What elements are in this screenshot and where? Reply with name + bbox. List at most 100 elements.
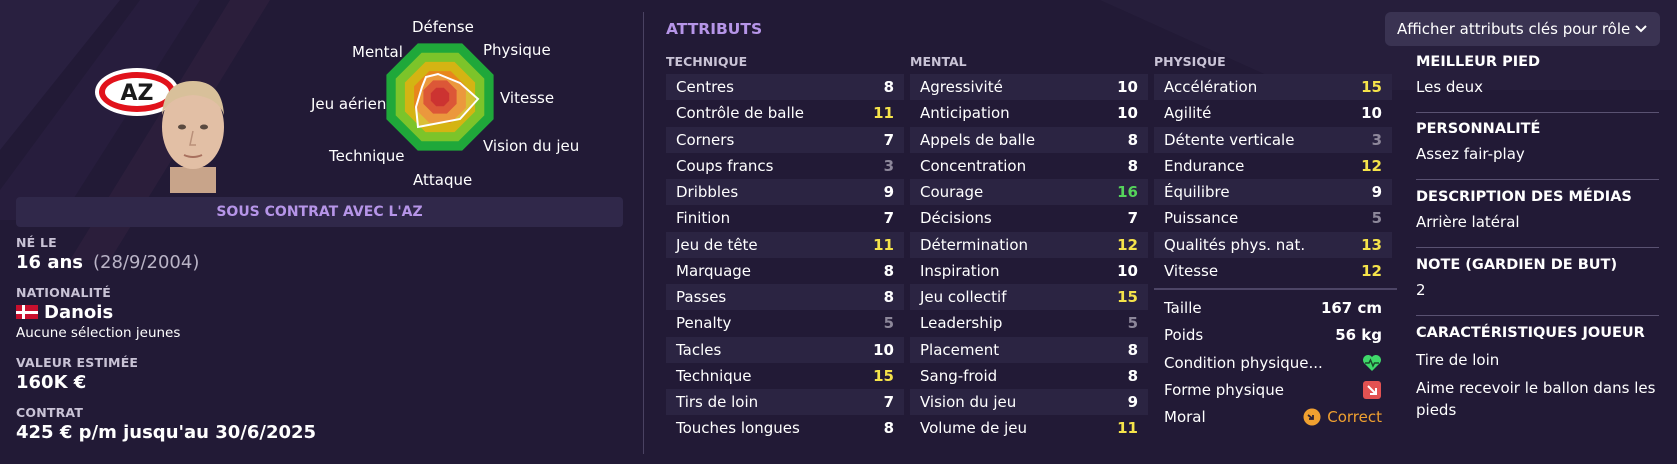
attribute-name: Coups francs — [676, 156, 774, 175]
attribute-value: 8 — [883, 78, 894, 97]
attribute-row[interactable]: Dribbles 9 — [666, 179, 904, 206]
attribute-row[interactable]: Puissance 5 — [1154, 205, 1392, 231]
attribute-row[interactable]: Courage 16 — [910, 179, 1148, 206]
attribute-row[interactable]: Sang-froid 8 — [910, 363, 1148, 389]
physique-separator — [1154, 288, 1397, 290]
attribute-value: 10 — [873, 340, 894, 359]
attribute-name: Contrôle de balle — [676, 104, 805, 123]
attribute-name: Endurance — [1164, 156, 1245, 175]
attribute-row[interactable]: Placement 8 — [910, 336, 1148, 363]
attribute-value: 15 — [1361, 78, 1382, 97]
attribute-row[interactable]: Anticipation 10 — [910, 100, 1148, 126]
value-info: VALEUR ESTIMÉE 160K € — [16, 355, 138, 393]
gk-rating-block: NOTE (GARDIEN DE BUT) 2 — [1416, 257, 1656, 301]
svg-text:AZ: AZ — [121, 81, 154, 106]
morale-row[interactable]: Moral Correct — [1154, 404, 1392, 430]
attribute-row[interactable]: Jeu de tête 11 — [666, 231, 904, 258]
attribute-row[interactable]: Inspiration 10 — [910, 258, 1148, 284]
attribute-value: 12 — [1361, 156, 1382, 175]
chevron-down-icon — [1635, 25, 1647, 33]
attribute-value: 8 — [1127, 156, 1138, 175]
side-separator — [1416, 112, 1659, 113]
mental-attributes: Agressivité 10 Anticipation 10 Appels de bal… — [910, 74, 1148, 442]
attribute-row[interactable]: Technique 15 — [666, 363, 904, 389]
mental-header: MENTAL — [910, 54, 967, 69]
attribute-name: Inspiration — [920, 261, 1000, 280]
attribute-value: 8 — [1127, 130, 1138, 149]
attribute-row[interactable]: Centres 8 — [666, 74, 904, 101]
attribute-value: 15 — [1117, 288, 1138, 307]
attribute-row[interactable]: Vitesse 12 — [1154, 258, 1392, 284]
attribute-value: 5 — [1127, 314, 1138, 333]
attribute-name: Agilité — [1164, 104, 1212, 123]
attribute-name: Détente verticale — [1164, 130, 1295, 149]
attribute-radar-chart: Défense Physique Vitesse Vision du jeu A… — [311, 12, 620, 197]
birth-date: (28/9/2004) — [93, 252, 200, 273]
attribute-name: Penalty — [676, 314, 732, 333]
attribute-row[interactable]: Agressivité 10 — [910, 74, 1148, 101]
attribute-name: Appels de balle — [920, 130, 1036, 149]
attribute-row[interactable]: Détermination 12 — [910, 231, 1148, 258]
attribute-name: Tirs de loin — [676, 393, 759, 412]
attribute-row[interactable]: Tirs de loin 7 — [666, 389, 904, 416]
attribute-row[interactable]: Coups francs 3 — [666, 153, 904, 179]
attribute-name: Marquage — [676, 261, 752, 280]
media-block: DESCRIPTION DES MÉDIAS Arrière latéral — [1416, 189, 1656, 233]
attribute-row[interactable]: Tacles 10 — [666, 336, 904, 363]
attribute-row[interactable]: Appels de balle 8 — [910, 126, 1148, 153]
nationality-text: Danois — [44, 302, 114, 323]
attribute-value: 8 — [883, 288, 894, 307]
attribute-row[interactable]: Endurance 12 — [1154, 153, 1392, 179]
attribute-row[interactable]: Jeu collectif 15 — [910, 284, 1148, 311]
attribute-row[interactable]: Qualités phys. nat. 13 — [1154, 231, 1392, 258]
attribute-value: 10 — [1117, 104, 1138, 123]
attribute-row[interactable]: Vision du jeu 9 — [910, 389, 1148, 416]
attribute-value: 7 — [883, 393, 894, 412]
attribute-value: 5 — [1371, 209, 1382, 228]
role-attributes-dropdown[interactable]: Afficher attributs clés pour rôle — [1385, 12, 1660, 46]
attribute-value: 5 — [883, 314, 894, 333]
attribute-row[interactable]: Touches longues 8 — [666, 415, 904, 441]
trait-item: Aime recevoir le ballon dans les pieds — [1416, 379, 1656, 419]
attribute-value: 3 — [883, 156, 894, 175]
condition-label: Condition physique... — [1164, 354, 1323, 372]
weight-label: Poids — [1164, 326, 1204, 344]
side-separator — [1416, 247, 1659, 248]
estimated-value: 160K € — [16, 372, 87, 393]
morale-label: Moral — [1164, 408, 1206, 426]
attribute-row[interactable]: Accélération 15 — [1154, 74, 1392, 101]
attribute-row[interactable]: Agilité 10 — [1154, 100, 1392, 126]
condition-row[interactable]: Condition physique... — [1154, 350, 1392, 376]
attribute-name: Sang-froid — [920, 366, 998, 385]
traits-label: CARACTÉRISTIQUES JOUEUR — [1416, 325, 1645, 341]
attribute-row[interactable]: Passes 8 — [666, 284, 904, 311]
attribute-name: Qualités phys. nat. — [1164, 235, 1306, 254]
morale-status: Correct — [1303, 408, 1382, 426]
attribute-row[interactable]: Concentration 8 — [910, 153, 1148, 179]
attribute-value: 9 — [883, 183, 894, 202]
nationality-value[interactable]: Danois — [16, 302, 180, 323]
attribute-row[interactable]: Volume de jeu 11 — [910, 415, 1148, 441]
attribute-row[interactable]: Penalty 5 — [666, 310, 904, 336]
traits-block: CARACTÉRISTIQUES JOUEUR Tire de loin Aim… — [1416, 325, 1656, 421]
attribute-value: 11 — [873, 235, 894, 254]
attribute-row[interactable]: Décisions 7 — [910, 205, 1148, 231]
radar-label-jeu-aerien: Jeu aérien — [311, 95, 387, 113]
attribute-value: 9 — [1371, 183, 1382, 202]
attribute-name: Accélération — [1164, 78, 1258, 97]
player-photo — [162, 81, 224, 193]
attribute-row[interactable]: Contrôle de balle 11 — [666, 100, 904, 126]
radar-label-vision: Vision du jeu — [483, 137, 580, 155]
attribute-row[interactable]: Finition 7 — [666, 205, 904, 231]
attribute-row[interactable]: Leadership 5 — [910, 310, 1148, 336]
attribute-row[interactable]: Marquage 8 — [666, 258, 904, 284]
form-row[interactable]: Forme physique — [1154, 377, 1392, 403]
attribute-name: Corners — [676, 130, 735, 149]
birth-info: NÉ LE 16 ans (28/9/2004) — [16, 235, 199, 273]
technique-attributes: Centres 8 Contrôle de balle 11 Corners 7 Coups… — [666, 74, 904, 442]
attribute-row[interactable]: Corners 7 — [666, 126, 904, 153]
value-label: VALEUR ESTIMÉE — [16, 355, 139, 370]
attribute-row[interactable]: Équilibre 9 — [1154, 179, 1392, 206]
attribute-row[interactable]: Détente verticale 3 — [1154, 126, 1392, 153]
player-overview-panel: AZ Défense Physique Vitesse Vision du je… — [0, 0, 640, 464]
